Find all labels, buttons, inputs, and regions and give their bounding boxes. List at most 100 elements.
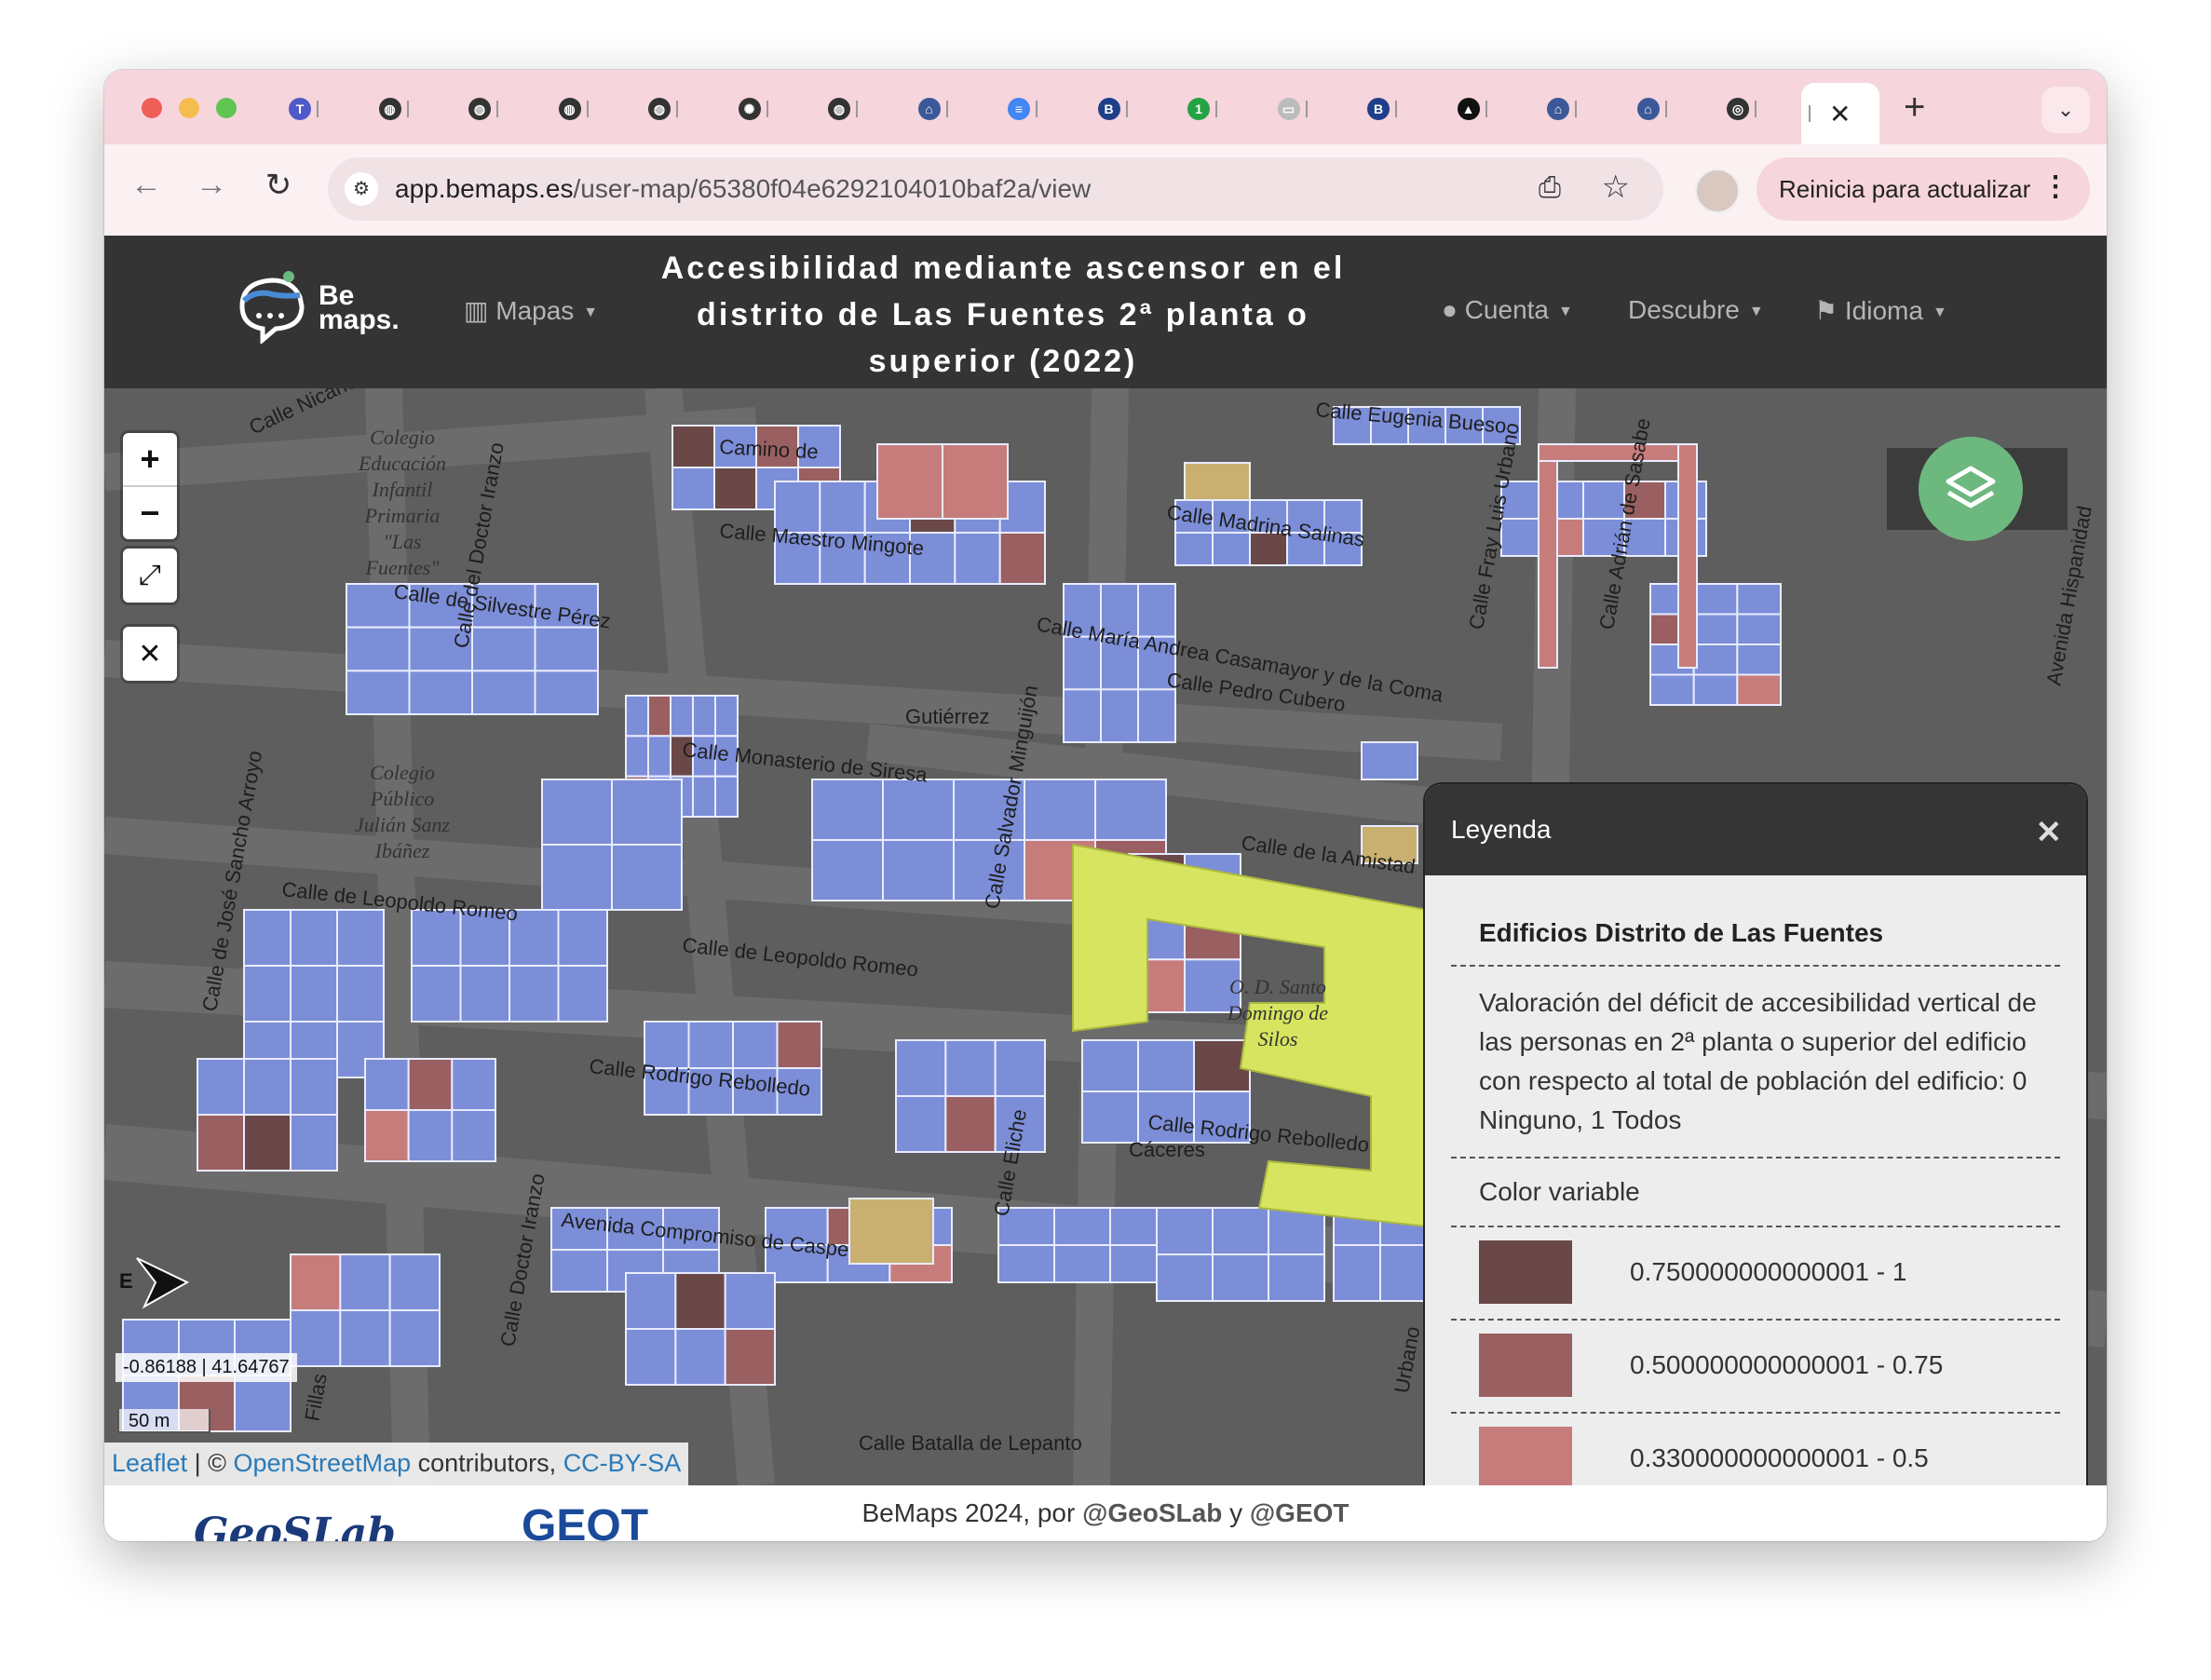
address-bar[interactable]: ⚙ app.bemaps.es/user-map/65380f04e629210… [328, 157, 1663, 221]
url-text[interactable]: app.bemaps.es/user-map/65380f04e62921040… [395, 174, 1091, 204]
nav-account[interactable]: ● Cuenta ▼ [1442, 295, 1573, 325]
tab-4[interactable]: ◍ [641, 94, 697, 124]
building-polygon[interactable] [611, 779, 683, 846]
geoslab-link[interactable]: @GeoSLab [1082, 1498, 1222, 1527]
building-polygon[interactable] [471, 626, 536, 672]
tab-3[interactable]: ◍ [551, 94, 607, 124]
building-polygon[interactable] [1736, 644, 1783, 676]
site-settings-icon[interactable]: ⚙ [345, 172, 378, 206]
building-polygon[interactable] [944, 1095, 997, 1153]
maximize-window-button[interactable] [216, 98, 237, 118]
building-polygon[interactable] [290, 1058, 338, 1116]
layers-icon[interactable] [1919, 437, 2023, 541]
building-polygon[interactable] [243, 1058, 292, 1116]
building-polygon[interactable] [692, 695, 716, 738]
tab-10[interactable]: 1 [1180, 94, 1236, 124]
menu-dots-icon[interactable]: ⋮ [2041, 170, 2069, 203]
new-tab-button[interactable]: + [1904, 87, 1925, 129]
tab-15[interactable]: ⌂ [1630, 94, 1686, 124]
building-polygon[interactable] [339, 1309, 391, 1367]
building-polygon[interactable] [848, 1198, 934, 1265]
building-polygon[interactable] [954, 532, 1001, 585]
building-polygon[interactable] [1137, 1039, 1195, 1092]
building-polygon[interactable] [557, 965, 608, 1023]
building-polygon[interactable] [388, 1253, 441, 1311]
building-polygon[interactable] [811, 839, 884, 901]
building-polygon[interactable] [1212, 1207, 1269, 1255]
building-polygon[interactable] [1024, 779, 1096, 841]
building-polygon[interactable] [534, 670, 599, 716]
building-polygon[interactable] [1692, 583, 1739, 616]
building-polygon[interactable] [346, 670, 411, 716]
building-polygon[interactable] [692, 775, 716, 818]
profile-avatar[interactable] [1695, 169, 1740, 213]
building-polygon[interactable] [1736, 583, 1783, 616]
building-polygon[interactable] [290, 909, 338, 967]
building-polygon[interactable] [1361, 741, 1418, 780]
tab-16[interactable]: ◎ [1719, 94, 1775, 124]
building-polygon[interactable] [1736, 613, 1783, 645]
bookmark-star-icon[interactable]: ☆ [1602, 169, 1630, 206]
building-polygon[interactable] [611, 844, 683, 911]
geot-link[interactable]: @GEOT [1250, 1498, 1350, 1527]
building-polygon[interactable] [541, 844, 613, 911]
map-canvas[interactable]: Calle Nicanor VillaCamino deCalle Maestr… [104, 388, 2107, 1485]
building-polygon[interactable] [336, 909, 385, 967]
building-polygon[interactable] [407, 1058, 454, 1111]
building-polygon[interactable] [1692, 613, 1739, 645]
tab-11[interactable]: ▭ [1270, 94, 1326, 124]
zoom-out-button[interactable]: − [123, 487, 177, 539]
building-polygon[interactable] [625, 1272, 677, 1330]
building-polygon[interactable] [687, 1021, 734, 1069]
building-polygon[interactable] [509, 965, 560, 1023]
building-polygon[interactable] [895, 1039, 947, 1097]
tab-8[interactable]: ≡ [1000, 94, 1056, 124]
building-polygon[interactable] [290, 965, 338, 1023]
building-polygon[interactable] [1063, 688, 1102, 744]
back-button[interactable]: ← [123, 167, 170, 203]
building-polygon[interactable] [944, 1039, 997, 1097]
building-polygon[interactable] [1500, 518, 1543, 557]
building-polygon[interactable] [895, 1095, 947, 1153]
building-polygon[interactable] [811, 779, 884, 841]
install-app-icon[interactable]: ⎙ [1539, 172, 1561, 204]
building-polygon[interactable] [471, 670, 536, 716]
building-polygon[interactable] [714, 695, 739, 738]
minimize-window-button[interactable] [179, 98, 199, 118]
building-polygon[interactable] [290, 1309, 342, 1367]
building-polygon[interactable] [364, 1109, 410, 1162]
building-polygon[interactable] [647, 735, 671, 778]
building-polygon[interactable] [197, 1058, 245, 1116]
building-polygon[interactable] [408, 670, 473, 716]
building-polygon[interactable] [625, 695, 649, 738]
building-polygon[interactable] [1053, 1244, 1111, 1283]
building-polygon[interactable] [997, 1244, 1055, 1283]
building-polygon[interactable] [339, 1253, 391, 1311]
tab-2[interactable]: ◍ [461, 94, 517, 124]
forward-button[interactable]: → [188, 167, 235, 203]
building-polygon[interactable] [1094, 779, 1167, 841]
building-polygon[interactable] [671, 467, 715, 510]
building-polygon[interactable] [670, 695, 694, 738]
building-polygon[interactable] [234, 1375, 292, 1432]
nav-maps[interactable]: ▥ Mapas ▼ [464, 295, 598, 326]
tab-1[interactable]: ◍ [372, 94, 427, 124]
building-polygon[interactable] [1212, 1253, 1269, 1302]
tab-7[interactable]: ⌂ [911, 94, 967, 124]
building-polygon[interactable] [290, 1253, 342, 1311]
restart-to-update-button[interactable]: Reinicia para actualizar ⋮ [1757, 157, 2090, 221]
building-polygon[interactable] [1137, 688, 1176, 744]
building-polygon[interactable] [724, 1272, 777, 1330]
tab-0[interactable]: T [281, 94, 337, 124]
building-polygon[interactable] [882, 779, 955, 841]
building-polygon[interactable] [1184, 462, 1251, 501]
building-polygon[interactable] [451, 1058, 497, 1111]
building-polygon[interactable] [714, 775, 739, 818]
building-polygon[interactable] [336, 965, 385, 1023]
building-polygon[interactable] [1736, 673, 1783, 706]
leaflet-link[interactable]: Leaflet [112, 1449, 187, 1477]
building-polygon[interactable] [942, 443, 1009, 520]
building-polygon[interactable] [1538, 443, 1558, 669]
building-polygon[interactable] [732, 1021, 779, 1069]
zoom-in-button[interactable]: + [123, 433, 177, 487]
